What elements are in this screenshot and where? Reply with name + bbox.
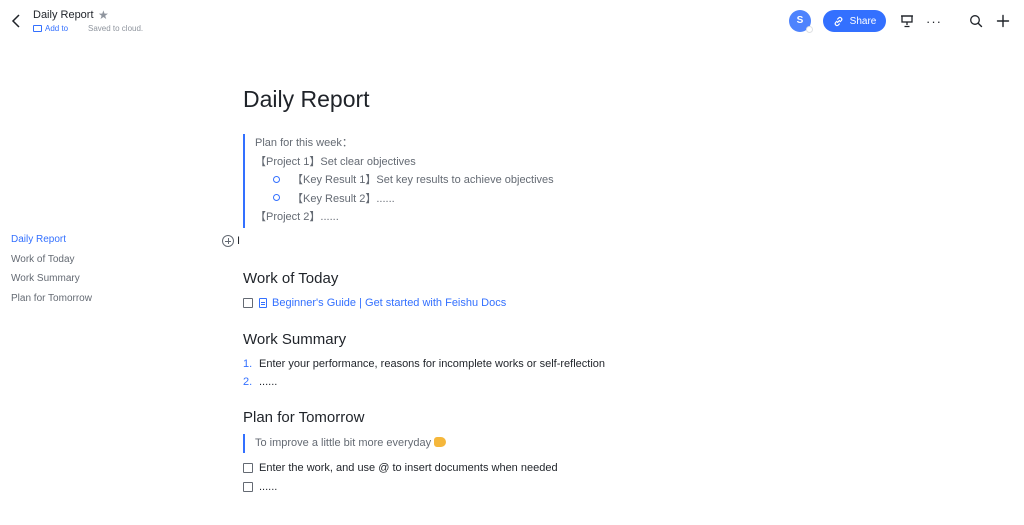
document-heading[interactable]: Daily Report <box>243 86 370 113</box>
document-outline: Daily Report Work of Today Work Summary … <box>11 232 92 310</box>
share-button[interactable]: Share <box>823 10 886 32</box>
todo-item[interactable]: Enter the work, and use @ to insert docu… <box>243 462 558 474</box>
add-icon[interactable] <box>993 11 1013 31</box>
quote-line[interactable]: 【Project 1】Set clear objectives <box>255 153 663 172</box>
quote-bullet-item[interactable]: 【Key Result 1】Set key results to achieve… <box>255 171 663 190</box>
pointing-hand-emoji-icon <box>434 437 447 448</box>
quote-line: 【Key Result 2】...... <box>292 192 395 205</box>
heading-work-summary[interactable]: Work Summary <box>243 331 346 348</box>
todo-text: Enter the work, and use @ to insert docu… <box>259 462 558 474</box>
text-cursor: I <box>237 235 241 247</box>
list-number: 2. <box>243 376 253 388</box>
back-arrow-icon[interactable] <box>10 12 24 30</box>
top-bar: Daily Report ★ Add to Saved to cloud. S … <box>0 0 1024 42</box>
quote-line[interactable]: 【Project 2】...... <box>255 208 663 227</box>
link-icon <box>834 16 843 26</box>
present-icon[interactable] <box>897 11 917 31</box>
bullet-icon <box>273 175 280 183</box>
avatar-status-dot <box>806 26 813 33</box>
star-icon[interactable]: ★ <box>98 8 109 22</box>
todo-item[interactable]: ...... <box>243 481 277 493</box>
todo-checkbox[interactable] <box>243 298 253 308</box>
outline-item-work-of-today[interactable]: Work of Today <box>11 252 92 272</box>
outline-item-daily-report[interactable]: Daily Report <box>11 232 92 252</box>
more-icon[interactable]: ··· <box>924 11 944 31</box>
list-text: ...... <box>259 376 278 388</box>
document-icon <box>259 298 267 308</box>
search-icon[interactable] <box>966 11 986 31</box>
folder-icon <box>33 25 42 32</box>
todo-item[interactable]: Beginner's Guide | Get started with Feis… <box>243 297 506 309</box>
save-status: Saved to cloud. <box>88 24 144 33</box>
todo-text: ...... <box>259 481 278 493</box>
todo-checkbox[interactable] <box>243 463 253 473</box>
list-item[interactable]: 1. Enter your performance, reasons for in… <box>243 358 605 370</box>
list-number: 1. <box>243 358 253 370</box>
add-to-folder-button[interactable]: Add to <box>33 24 68 33</box>
avatar-initial: S <box>796 15 804 26</box>
bullet-icon <box>273 194 280 202</box>
document-link[interactable]: Beginner's Guide | Get started with Feis… <box>272 297 506 309</box>
heading-work-of-today[interactable]: Work of Today <box>243 270 338 287</box>
quote-line[interactable]: Plan for this week： <box>255 134 663 153</box>
add-block-icon[interactable] <box>222 235 234 247</box>
list-text: Enter your performance, reasons for inco… <box>259 358 606 370</box>
list-item[interactable]: 2....... <box>243 376 277 388</box>
quote-text: To improve a little bit more everyday <box>255 437 432 449</box>
plan-quote-block[interactable]: Plan for this week： 【Project 1】Set clear… <box>243 134 663 228</box>
outline-item-plan-for-tomorrow[interactable]: Plan for Tomorrow <box>11 291 92 311</box>
quote-bullet-item[interactable]: 【Key Result 2】...... <box>255 190 663 209</box>
outline-item-work-summary[interactable]: Work Summary <box>11 271 92 291</box>
heading-plan-for-tomorrow[interactable]: Plan for Tomorrow <box>243 409 364 426</box>
avatar[interactable]: S <box>789 10 813 33</box>
add-to-label: Add to <box>45 24 69 33</box>
share-label: Share <box>849 15 877 27</box>
quote-line: 【Key Result 1】Set key results to achieve… <box>292 174 554 187</box>
document-title[interactable]: Daily Report <box>33 9 94 21</box>
todo-checkbox[interactable] <box>243 482 253 492</box>
motto-quote-block[interactable]: To improve a little bit more everyday <box>243 434 447 453</box>
